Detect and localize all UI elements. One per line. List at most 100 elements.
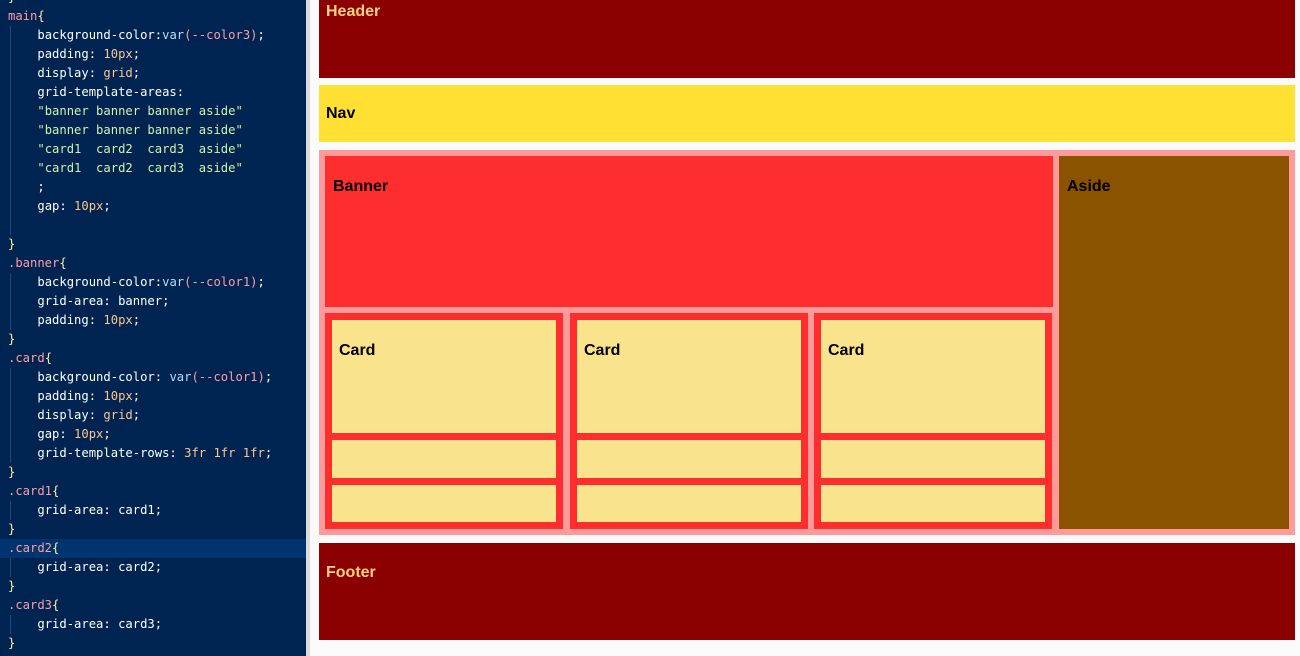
code-token: grid-area: card2;	[37, 560, 163, 574]
code-token: ;	[264, 370, 273, 384]
code-token: padding:	[37, 389, 104, 403]
code-token: (--color1)	[184, 275, 258, 289]
indent-guide	[10, 406, 11, 425]
code-token: }	[8, 579, 16, 593]
code-line[interactable]: display: grid;	[0, 406, 306, 425]
code-line[interactable]: padding: 10px;	[0, 45, 306, 64]
code-token: ;	[257, 275, 265, 289]
code-line[interactable]: "card1 card2 card3 aside"	[0, 159, 306, 178]
code-token: ;	[132, 389, 141, 403]
indent-guide	[10, 292, 11, 311]
code-token: .banner	[8, 256, 60, 270]
card-row	[332, 440, 556, 478]
code-token: background-color:	[37, 275, 163, 289]
code-token: ;	[103, 427, 111, 441]
code-token: 10px	[74, 199, 104, 213]
code-token: ;	[257, 28, 265, 42]
code-line[interactable]: grid-area: card2;	[0, 558, 306, 577]
code-lines[interactable]: } main{ background-color:var(--color3); p…	[0, 0, 306, 656]
indent-guide	[10, 558, 11, 577]
code-line[interactable]: }	[0, 577, 306, 596]
code-token: 10px	[74, 427, 104, 441]
code-token: }	[8, 332, 16, 346]
code-line[interactable]: ;	[0, 178, 306, 197]
card-title: Card	[821, 320, 1045, 433]
code-line[interactable]: grid-area: card3;	[0, 615, 306, 634]
code-line[interactable]: gap: 10px;	[0, 197, 306, 216]
code-token: padding:	[37, 47, 104, 61]
code-token: {	[52, 484, 60, 498]
code-line[interactable]: .banner{	[0, 254, 306, 273]
code-line[interactable]	[0, 216, 306, 235]
code-token: var	[162, 275, 185, 289]
code-line[interactable]: .card{	[0, 349, 306, 368]
code-line[interactable]: "banner banner banner aside"	[0, 121, 306, 140]
code-token: "banner banner banner aside"	[37, 104, 243, 118]
code-line[interactable]: padding: 10px;	[0, 387, 306, 406]
code-line[interactable]: background-color:var(--color3);	[0, 26, 306, 45]
card-row	[577, 440, 801, 478]
code-token: var	[162, 28, 185, 42]
page-nav: Nav	[319, 85, 1295, 142]
code-line[interactable]: background-color: var(--color1);	[0, 368, 306, 387]
code-token: 3fr 1fr 1fr	[184, 446, 265, 460]
code-token: display:	[37, 408, 104, 422]
code-token: 10px	[103, 389, 133, 403]
indent-guide	[10, 159, 11, 178]
code-token: grid-template-areas:	[37, 85, 185, 99]
code-token: {	[52, 598, 60, 612]
card-row	[821, 485, 1045, 522]
indent-guide	[10, 425, 11, 444]
code-token: background-color:	[37, 370, 170, 384]
code-line[interactable]: }	[0, 520, 306, 539]
page-main: Banner Aside Card Card Card	[319, 150, 1295, 535]
code-line[interactable]: }	[0, 235, 306, 254]
aside: Aside	[1059, 156, 1289, 529]
code-token: {	[44, 351, 53, 365]
code-token: 10px	[103, 47, 133, 61]
code-line[interactable]: display: grid;	[0, 64, 306, 83]
code-line[interactable]: "banner banner banner aside"	[0, 102, 306, 121]
code-token: grid-template-rows:	[37, 446, 185, 460]
indent-guide	[10, 216, 11, 235]
card-3: Card	[814, 313, 1052, 529]
code-token: "card1 card2 card3 aside"	[37, 161, 243, 175]
code-token: {	[37, 9, 45, 23]
code-line[interactable]: }	[0, 0, 306, 7]
code-token: padding:	[37, 313, 104, 327]
card-row	[332, 485, 556, 522]
indent-guide	[10, 64, 11, 83]
code-line[interactable]: main{	[0, 7, 306, 26]
code-editor[interactable]: } main{ background-color:var(--color3); p…	[0, 0, 306, 656]
code-line[interactable]: grid-template-rows: 3fr 1fr 1fr;	[0, 444, 306, 463]
code-line[interactable]: grid-template-areas:	[0, 83, 306, 102]
code-line[interactable]: background-color:var(--color1);	[0, 273, 306, 292]
code-token: (--color1)	[191, 370, 265, 384]
code-line[interactable]: grid-area: card1;	[0, 501, 306, 520]
indent-guide	[10, 83, 11, 102]
card-2: Card	[570, 313, 808, 529]
code-token: background-color:	[37, 28, 163, 42]
code-token: }	[8, 0, 15, 4]
code-line[interactable]: "card1 card2 card3 aside"	[0, 140, 306, 159]
card-row	[821, 440, 1045, 478]
code-line[interactable]: }	[0, 463, 306, 482]
code-line[interactable]: .card3{	[0, 596, 306, 615]
banner: Banner	[325, 156, 1053, 307]
indent-guide	[10, 615, 11, 634]
code-line[interactable]: .card2{	[0, 539, 306, 558]
code-line[interactable]: gap: 10px;	[0, 425, 306, 444]
code-token: var	[169, 370, 192, 384]
code-token: ;	[132, 66, 141, 80]
code-line[interactable]: grid-area: banner;	[0, 292, 306, 311]
indent-guide	[10, 444, 11, 463]
code-line[interactable]: .card1{	[0, 482, 306, 501]
code-line[interactable]: }	[0, 634, 306, 653]
card-row	[577, 485, 801, 522]
code-line[interactable]: }	[0, 330, 306, 349]
code-token: grid	[103, 408, 133, 422]
code-line[interactable]: padding: 10px;	[0, 311, 306, 330]
code-token: .card2	[8, 541, 53, 555]
code-token: ;	[103, 199, 111, 213]
card-title: Card	[577, 320, 801, 433]
